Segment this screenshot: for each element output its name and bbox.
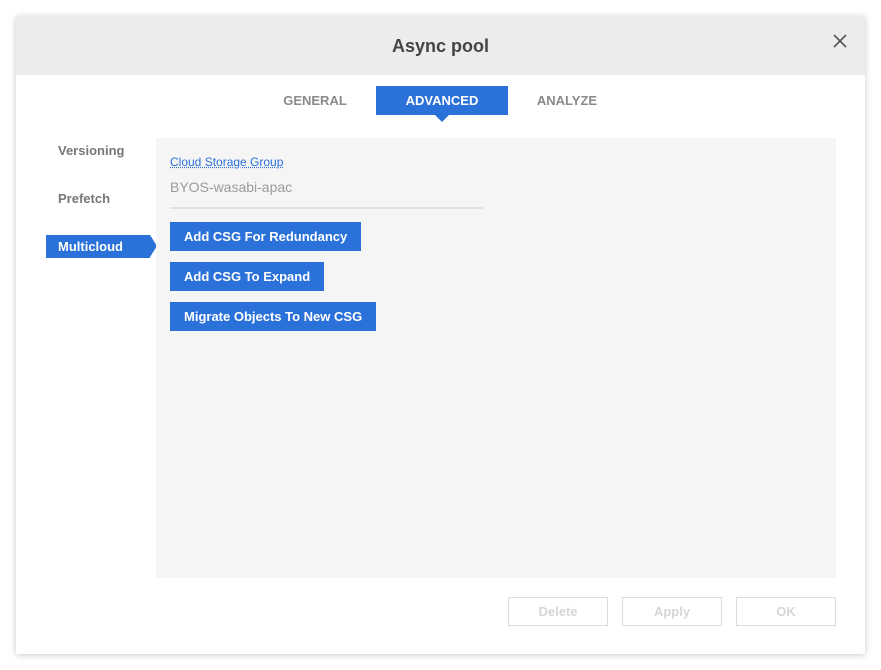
close-icon[interactable] — [833, 34, 847, 48]
dialog-header: Async pool — [16, 16, 865, 75]
tab-analyze[interactable]: ANALYZE — [514, 86, 620, 115]
migrate-objects-button[interactable]: Migrate Objects To New CSG — [170, 302, 377, 331]
add-csg-redundancy-button[interactable]: Add CSG For Redundancy — [170, 222, 362, 251]
multicloud-panel: Cloud Storage Group BYOS-wasabi-apac Add… — [156, 138, 836, 578]
cloud-storage-group-label: Cloud Storage Group — [170, 155, 284, 169]
ok-button[interactable]: OK — [736, 597, 836, 626]
dialog-title: Async pool — [391, 36, 489, 56]
field-underline — [170, 207, 483, 209]
sidebar-item-multicloud[interactable]: Multicloud — [46, 235, 157, 258]
sidebar-item-prefetch[interactable]: Prefetch — [46, 187, 150, 210]
tab-bar: GENERAL ADVANCED ANALYZE — [16, 86, 865, 122]
apply-button[interactable]: Apply — [622, 597, 722, 626]
delete-button[interactable]: Delete — [508, 597, 608, 626]
async-pool-dialog: Async pool GENERAL ADVANCED ANALYZE Vers… — [16, 16, 865, 654]
cloud-storage-group-value: BYOS-wasabi-apac — [170, 179, 293, 195]
tab-general[interactable]: GENERAL — [260, 86, 370, 115]
sidebar-item-versioning[interactable]: Versioning — [46, 139, 150, 162]
tab-advanced[interactable]: ADVANCED — [376, 86, 508, 122]
add-csg-expand-button[interactable]: Add CSG To Expand — [170, 262, 325, 291]
